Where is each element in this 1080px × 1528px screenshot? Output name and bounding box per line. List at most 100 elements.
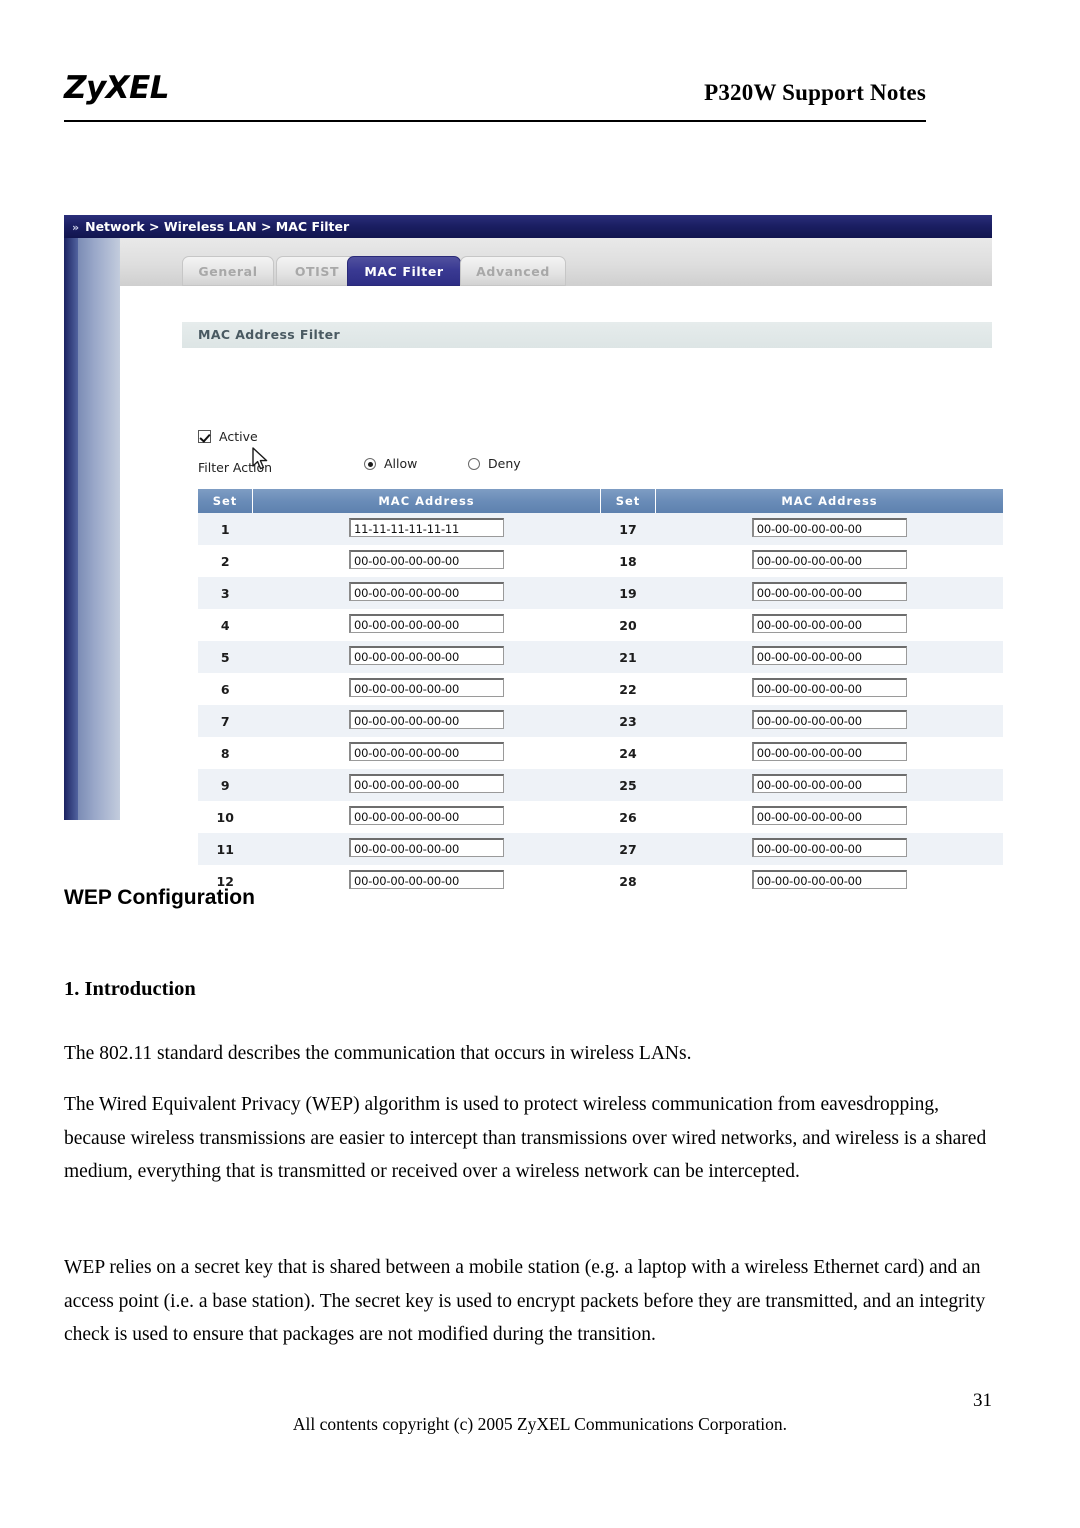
mac-address-input[interactable]: 00-00-00-00-00-00 — [349, 678, 504, 697]
table-row: 12 00-00-00-00-00-00 28 00-00-00-00-00-00 — [198, 865, 1003, 897]
tab-mac-filter[interactable]: MAC Filter — [347, 256, 461, 286]
paragraph-1: The 802.11 standard describes the commun… — [64, 1043, 692, 1064]
cell-set-right: 25 — [600, 769, 656, 801]
cell-set-right: 19 — [600, 577, 656, 609]
cell-set-right: 23 — [600, 705, 656, 737]
mac-address-input[interactable]: 00-00-00-00-00-00 — [349, 870, 504, 889]
table-row: 5 00-00-00-00-00-00 21 00-00-00-00-00-00 — [198, 641, 1003, 673]
radio-allow[interactable]: Allow — [364, 456, 417, 471]
cell-mac-left: 00-00-00-00-00-00 — [252, 641, 601, 673]
tab-strip: General OTIST MAC Filter Advanced — [120, 238, 992, 286]
mac-address-input[interactable]: 00-00-00-00-00-00 — [349, 550, 504, 569]
cell-set-right: 20 — [600, 609, 656, 641]
table-row: 2 00-00-00-00-00-00 18 00-00-00-00-00-00 — [198, 545, 1003, 577]
cell-set-right: 17 — [600, 513, 656, 545]
table-row: 7 00-00-00-00-00-00 23 00-00-00-00-00-00 — [198, 705, 1003, 737]
cell-set-left: 5 — [198, 641, 253, 673]
cell-mac-left: 00-00-00-00-00-00 — [252, 737, 601, 769]
cell-set-right: 28 — [600, 865, 656, 897]
router-ui-body: General OTIST MAC Filter Advanced MAC Ad… — [120, 238, 1003, 897]
mac-address-input[interactable]: 00-00-00-00-00-00 — [349, 742, 504, 761]
mac-address-input[interactable]: 00-00-00-00-00-00 — [751, 838, 907, 857]
table-row: 9 00-00-00-00-00-00 25 00-00-00-00-00-00 — [198, 769, 1003, 801]
mac-filter-panel: MAC Address Filter Active Filter Action … — [182, 286, 1003, 897]
cell-set-right: 21 — [600, 641, 656, 673]
router-ui-screenshot: » Network > Wireless LAN > MAC Filter Gen… — [64, 215, 1003, 897]
mac-address-input[interactable]: 11-11-11-11-11-11 — [349, 518, 504, 537]
mac-address-input[interactable]: 00-00-00-00-00-00 — [751, 550, 907, 569]
cell-set-left: 6 — [198, 673, 253, 705]
active-checkbox-label: Active — [219, 429, 258, 444]
mac-address-table: Set MAC Address Set MAC Address 1 11-11-1… — [198, 489, 1003, 897]
radio-deny-indicator[interactable] — [468, 458, 480, 470]
cell-mac-right: 00-00-00-00-00-00 — [655, 865, 1003, 897]
mac-address-input[interactable]: 00-00-00-00-00-00 — [751, 582, 907, 601]
table-row: 6 00-00-00-00-00-00 22 00-00-00-00-00-00 — [198, 673, 1003, 705]
breadcrumb: » Network > Wireless LAN > MAC Filter — [64, 215, 992, 238]
cell-set-right: 26 — [600, 801, 656, 833]
cell-mac-right: 00-00-00-00-00-00 — [655, 769, 1003, 801]
radio-allow-indicator[interactable] — [364, 458, 376, 470]
breadcrumb-arrow-icon: » — [72, 221, 80, 234]
mac-address-input[interactable]: 00-00-00-00-00-00 — [349, 806, 504, 825]
mac-address-input[interactable]: 00-00-00-00-00-00 — [751, 646, 907, 665]
mac-address-input[interactable]: 00-00-00-00-00-00 — [751, 806, 907, 825]
cell-set-right: 18 — [600, 545, 656, 577]
col-header-mac-left: MAC Address — [252, 489, 601, 513]
heading-introduction: 1. Introduction — [64, 978, 196, 1000]
paragraph-2: The Wired Equivalent Privacy (WEP) algor… — [64, 1094, 987, 1182]
col-header-set-right: Set — [600, 489, 656, 513]
cell-mac-right: 00-00-00-00-00-00 — [655, 641, 1003, 673]
mac-address-input[interactable]: 00-00-00-00-00-00 — [751, 678, 907, 697]
cell-mac-right: 00-00-00-00-00-00 — [655, 609, 1003, 641]
breadcrumb-text: Network > Wireless LAN > MAC Filter — [85, 219, 350, 234]
mac-address-input[interactable]: 00-00-00-00-00-00 — [751, 614, 907, 633]
cell-mac-right: 00-00-00-00-00-00 — [655, 801, 1003, 833]
mac-address-input[interactable]: 00-00-00-00-00-00 — [751, 742, 907, 761]
nav-rail-dark — [64, 238, 78, 820]
tab-advanced[interactable]: Advanced — [460, 256, 566, 286]
page-number: 31 — [973, 1390, 992, 1411]
cell-set-left: 3 — [198, 577, 253, 609]
mouse-cursor-icon — [252, 447, 268, 470]
mac-address-input[interactable]: 00-00-00-00-00-00 — [751, 710, 907, 729]
cell-set-left: 4 — [198, 609, 253, 641]
cell-mac-left: 00-00-00-00-00-00 — [252, 705, 601, 737]
radio-deny[interactable]: Deny — [468, 456, 521, 471]
mac-address-input[interactable]: 00-00-00-00-00-00 — [349, 582, 504, 601]
cell-set-right: 22 — [600, 673, 656, 705]
mac-address-input[interactable]: 00-00-00-00-00-00 — [349, 838, 504, 857]
active-checkbox-row[interactable]: Active — [198, 429, 258, 444]
mac-address-input[interactable]: 00-00-00-00-00-00 — [349, 646, 504, 665]
cell-set-left: 11 — [198, 833, 253, 865]
cell-mac-right: 00-00-00-00-00-00 — [655, 673, 1003, 705]
mac-address-input[interactable]: 00-00-00-00-00-00 — [751, 518, 907, 537]
cell-mac-right: 00-00-00-00-00-00 — [655, 577, 1003, 609]
footer-copyright: All contents copyright (c) 2005 ZyXEL Co… — [292, 1414, 788, 1434]
table-row: 8 00-00-00-00-00-00 24 00-00-00-00-00-00 — [198, 737, 1003, 769]
active-checkbox[interactable] — [198, 430, 211, 443]
cell-set-left: 7 — [198, 705, 253, 737]
cell-set-left: 9 — [198, 769, 253, 801]
mac-address-input[interactable]: 00-00-00-00-00-00 — [349, 710, 504, 729]
table-row: 1 11-11-11-11-11-11 17 00-00-00-00-00-00 — [198, 513, 1003, 545]
cell-mac-left: 00-00-00-00-00-00 — [252, 769, 601, 801]
tab-otist[interactable]: OTIST — [276, 256, 358, 286]
cell-set-left: 8 — [198, 737, 253, 769]
paragraph-3: WEP relies on a secret key that is share… — [64, 1257, 986, 1345]
page-title: P320W Support Notes — [704, 80, 926, 105]
cell-mac-right: 00-00-00-00-00-00 — [655, 513, 1003, 545]
mac-address-input[interactable]: 00-00-00-00-00-00 — [349, 614, 504, 633]
radio-allow-label: Allow — [384, 456, 418, 471]
mac-address-input[interactable]: 00-00-00-00-00-00 — [349, 774, 504, 793]
header-divider — [64, 120, 926, 122]
section-title-text: MAC Address Filter — [198, 327, 341, 342]
cell-mac-left: 00-00-00-00-00-00 — [252, 673, 601, 705]
tab-general[interactable]: General — [182, 256, 274, 286]
section-title-bar: MAC Address Filter — [182, 322, 992, 348]
cell-mac-left: 00-00-00-00-00-00 — [252, 865, 601, 897]
mac-address-input[interactable]: 00-00-00-00-00-00 — [751, 870, 907, 889]
mac-address-input[interactable]: 00-00-00-00-00-00 — [751, 774, 907, 793]
nav-rail-light — [78, 238, 120, 820]
cell-set-right: 24 — [600, 737, 656, 769]
